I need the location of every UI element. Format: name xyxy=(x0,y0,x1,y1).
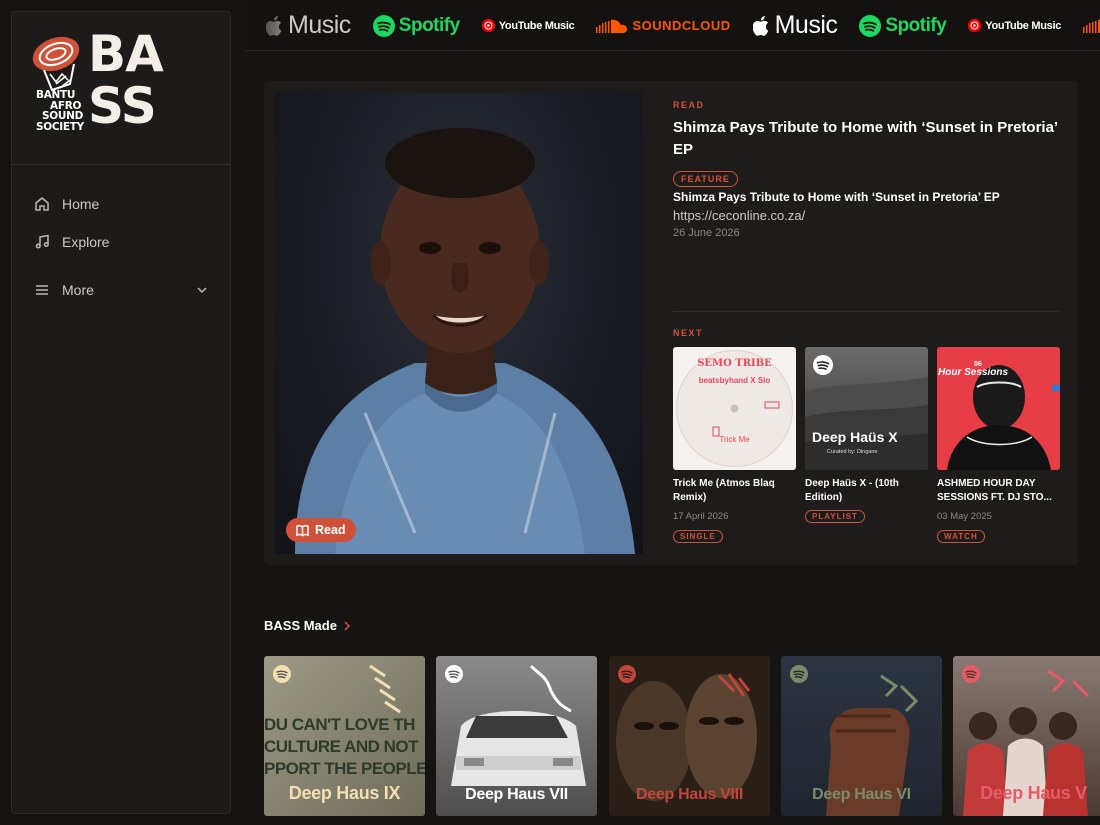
playlist-tile[interactable]: DU CAN'T LOVE TH CULTURE AND NOT PPORT T… xyxy=(264,656,425,816)
sidebar-item-label: Explore xyxy=(62,234,110,250)
feature-badge: FEATURE xyxy=(673,171,738,187)
tile-label: Deep Haus VII xyxy=(465,786,568,803)
section-divider xyxy=(673,311,1060,312)
home-icon xyxy=(35,197,49,211)
logo-wordmark-small: BANTU AFRO SOUND SOCIETY xyxy=(36,89,84,133)
chevron-down-icon xyxy=(197,287,207,294)
read-button-label: Read xyxy=(315,523,346,537)
menu-icon xyxy=(36,285,48,295)
tile-label: Deep Haus V xyxy=(980,783,1087,803)
soundcloud-icon xyxy=(1083,19,1100,33)
apple-icon xyxy=(752,15,768,36)
chevron-right-icon xyxy=(344,620,351,631)
youtube-music-icon xyxy=(481,19,495,32)
next-card-title[interactable]: Trick Me (Atmos Blaq Remix) xyxy=(673,477,796,505)
next-card-date: 17 April 2026 xyxy=(673,511,729,522)
art-episode: 06 xyxy=(974,361,982,368)
tile-label: Deep Haus VIII xyxy=(636,786,743,803)
art-title: Deep Haüs X xyxy=(812,429,898,445)
next-card[interactable]: Deep Haüs X Curated by: Dingane Deep Haü… xyxy=(805,347,928,544)
art-artists: beatsbyhand X Sio xyxy=(698,376,771,385)
next-cards: SEMO TRIBE beatsbyhand X Sio Trick Me Tr… xyxy=(673,347,1060,544)
logo-wordmark-big: BA SS xyxy=(88,25,164,135)
spotify-link[interactable]: Spotify xyxy=(372,14,460,37)
watch-badge: WATCH xyxy=(937,530,985,543)
bass-made-row: DU CAN'T LOVE TH CULTURE AND NOT PPORT T… xyxy=(264,656,1100,816)
sidebar-item-more[interactable]: More xyxy=(12,271,230,309)
playlist-tile[interactable]: Deep Haus V xyxy=(953,656,1100,816)
soundcloud-link[interactable]: SOUNDCLOUD xyxy=(596,18,730,34)
spotify-icon xyxy=(445,665,463,683)
youtube-music-link[interactable]: YouTube Music xyxy=(481,19,575,32)
youtube-music-link[interactable]: YouTube Music xyxy=(968,19,1061,32)
next-label: NEXT xyxy=(673,328,704,338)
next-card-date: 03 May 2025 xyxy=(937,511,992,522)
spotify-icon xyxy=(859,14,882,37)
squiggle-decoration xyxy=(369,664,401,714)
playlist-cover-art[interactable]: Deep Haüs X Curated by: Dingane xyxy=(805,347,928,470)
sidebar-nav: Home Explore More xyxy=(12,165,230,309)
soundcloud-link[interactable] xyxy=(1083,18,1100,34)
featured-article-title[interactable]: Shimza Pays Tribute to Home with ‘Sunset… xyxy=(673,117,1060,161)
art-title: Hour Sessions xyxy=(938,367,1009,378)
playlist-tile[interactable]: Deep Haus VII xyxy=(436,656,597,816)
sidebar: BANTU AFRO SOUND SOCIETY BA SS Home Expl… xyxy=(11,11,231,814)
streaming-brands-bar: Music Spotify YouTube Music SOUNDCLOUD M… xyxy=(244,0,1100,51)
featured-article-panel: Read READ Shimza Pays Tribute to Home wi… xyxy=(264,81,1078,565)
art-title: Trick Me xyxy=(719,435,750,444)
spotify-icon xyxy=(813,355,833,375)
next-card[interactable]: SEMO TRIBE beatsbyhand X Sio Trick Me Tr… xyxy=(673,347,796,544)
video-cover-art[interactable]: Hour Sessions 06 xyxy=(937,347,1060,470)
book-open-icon xyxy=(296,524,309,537)
single-badge: SINGLE xyxy=(673,530,723,543)
spotify-icon xyxy=(618,665,636,683)
sidebar-item-home[interactable]: Home xyxy=(12,185,230,223)
portrait-art xyxy=(947,365,1060,470)
youtube-music-icon xyxy=(968,19,982,32)
playlist-badge: PLAYLIST xyxy=(805,510,865,523)
featured-article-subtitle[interactable]: Shimza Pays Tribute to Home with ‘Sunset… xyxy=(673,190,1060,204)
artist-portrait-illustration xyxy=(295,128,635,554)
sidebar-item-label: More xyxy=(62,282,94,298)
featured-artist-photo[interactable]: Read xyxy=(275,93,643,554)
tile-label: Deep Haus IX xyxy=(288,783,401,803)
music-note-icon xyxy=(35,234,49,249)
playlist-tile[interactable]: Deep Haus VI xyxy=(781,656,942,816)
next-card-title[interactable]: ASHMED HOUR DAY SESSIONS FT. DJ STO... xyxy=(937,477,1060,505)
spotify-icon xyxy=(962,665,980,683)
spotify-link[interactable]: Spotify xyxy=(859,14,947,37)
bass-logo[interactable]: BANTU AFRO SOUND SOCIETY BA SS xyxy=(12,12,230,165)
single-cover-art[interactable]: SEMO TRIBE beatsbyhand X Sio Trick Me xyxy=(673,347,796,470)
read-button[interactable]: Read xyxy=(286,518,356,542)
marquee-fade xyxy=(244,0,284,50)
bass-made-heading[interactable]: BASS Made xyxy=(264,618,351,633)
spotify-icon xyxy=(790,665,808,683)
spotify-icon xyxy=(273,665,291,683)
soundcloud-icon xyxy=(596,19,628,33)
sidebar-item-explore[interactable]: Explore xyxy=(12,223,230,261)
sidebar-item-label: Home xyxy=(62,196,100,212)
tile-label: Deep Haus VI xyxy=(812,786,911,803)
article-date: 26 June 2026 xyxy=(673,227,740,239)
read-kicker: READ xyxy=(673,100,705,110)
article-source-link[interactable]: https://ceconline.co.za/ xyxy=(673,208,1060,223)
spotify-icon xyxy=(372,14,395,37)
next-card[interactable]: Hour Sessions 06 ASHMED HOUR DAY SESSION… xyxy=(937,347,1060,544)
apple-music-link[interactable]: Music xyxy=(752,11,838,40)
art-curator: Curated by: Dingane xyxy=(827,449,878,455)
drum-logo-icon xyxy=(32,36,80,92)
featured-article-details: READ Shimza Pays Tribute to Home with ‘S… xyxy=(673,100,1060,239)
playlist-tile[interactable]: Deep Haus VIII xyxy=(609,656,770,816)
art-brand: SEMO TRIBE xyxy=(697,358,772,369)
next-card-title[interactable]: Deep Haüs X - (10th Edition) xyxy=(805,477,928,505)
